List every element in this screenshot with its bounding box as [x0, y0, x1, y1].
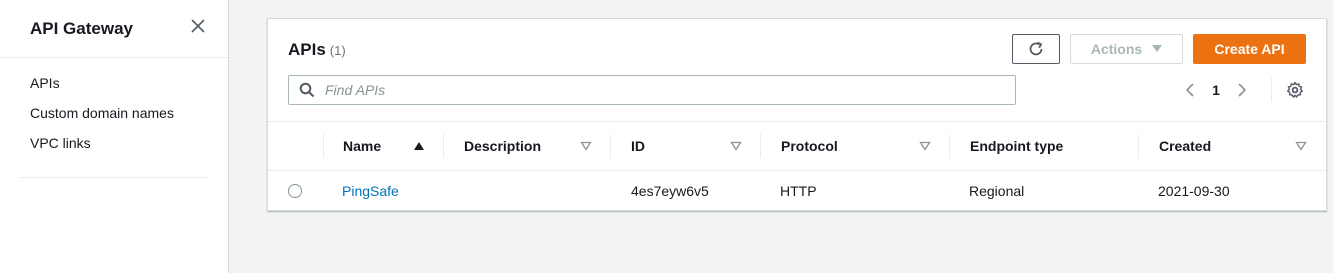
- column-divider: [1138, 134, 1139, 158]
- create-api-button[interactable]: Create API: [1193, 34, 1306, 64]
- actions-label: Actions: [1090, 41, 1143, 57]
- search-icon: [299, 82, 315, 98]
- sidebar: API Gateway APIs Custom domain names VPC…: [0, 0, 229, 273]
- panel-title: APIs (1): [288, 40, 346, 60]
- column-divider: [760, 134, 761, 158]
- column-divider: [323, 134, 324, 158]
- pagination: 1: [1180, 80, 1252, 100]
- sidebar-item-vpc-links[interactable]: VPC links: [30, 134, 174, 164]
- current-page[interactable]: 1: [1206, 82, 1226, 98]
- close-icon[interactable]: [188, 16, 208, 36]
- column-divider: [949, 134, 950, 158]
- api-protocol: HTTP: [780, 182, 817, 199]
- column-header-name[interactable]: Name: [343, 122, 443, 170]
- api-count: (1): [329, 43, 346, 58]
- api-id: 4es7eyw6v5: [631, 182, 709, 199]
- gear-icon[interactable]: [1285, 80, 1305, 100]
- column-divider: [443, 134, 444, 158]
- row-select-radio[interactable]: [288, 184, 302, 198]
- api-created: 2021-09-30: [1158, 182, 1230, 199]
- chevron-right-icon[interactable]: [1232, 80, 1252, 100]
- sidebar-header: API Gateway: [0, 0, 228, 58]
- actions-button[interactable]: Actions: [1070, 34, 1183, 64]
- sidebar-title: API Gateway: [30, 19, 133, 38]
- panel-title-text: APIs: [288, 40, 326, 59]
- table-header: Name Description ID Protocol Endpoint ty…: [268, 121, 1326, 171]
- column-header-description-label: Description: [464, 138, 542, 154]
- search-input[interactable]: [325, 82, 1005, 98]
- sort-ascending-icon[interactable]: [413, 141, 425, 151]
- column-header-id[interactable]: ID: [631, 122, 741, 170]
- sidebar-item-custom-domain-names[interactable]: Custom domain names: [30, 104, 174, 134]
- refresh-button[interactable]: [1012, 34, 1060, 64]
- column-header-protocol[interactable]: Protocol: [781, 122, 911, 170]
- api-name-link[interactable]: PingSafe: [342, 171, 399, 210]
- column-header-endpoint-type[interactable]: Endpoint type: [970, 122, 1120, 170]
- column-divider: [610, 134, 611, 158]
- sort-icon[interactable]: [730, 141, 742, 151]
- sidebar-item-apis[interactable]: APIs: [30, 74, 174, 104]
- sort-icon[interactable]: [919, 141, 931, 151]
- sort-icon[interactable]: [580, 141, 592, 151]
- chevron-left-icon[interactable]: [1180, 80, 1200, 100]
- column-header-name-label: Name: [343, 138, 382, 154]
- apis-panel: APIs(1) Actions Create API 1: [267, 18, 1327, 211]
- column-header-id-label: ID: [631, 138, 645, 154]
- pager-divider: [1271, 78, 1272, 102]
- api-endpoint-type: Regional: [969, 182, 1025, 199]
- caret-down-icon: [1152, 45, 1163, 52]
- table-row: PingSafe 4es7eyw6v5 HTTP Regional 2021-0…: [268, 171, 1326, 210]
- sidebar-nav: APIs Custom domain names VPC links: [30, 74, 174, 164]
- refresh-icon: [1029, 41, 1043, 56]
- sidebar-divider: [20, 177, 208, 178]
- column-header-created[interactable]: Created: [1159, 122, 1279, 170]
- column-header-protocol-label: Protocol: [781, 138, 838, 154]
- column-header-created-label: Created: [1159, 138, 1212, 154]
- sort-icon[interactable]: [1295, 141, 1307, 151]
- column-header-endpoint-type-label: Endpoint type: [970, 138, 1064, 154]
- search-box: [288, 75, 1016, 105]
